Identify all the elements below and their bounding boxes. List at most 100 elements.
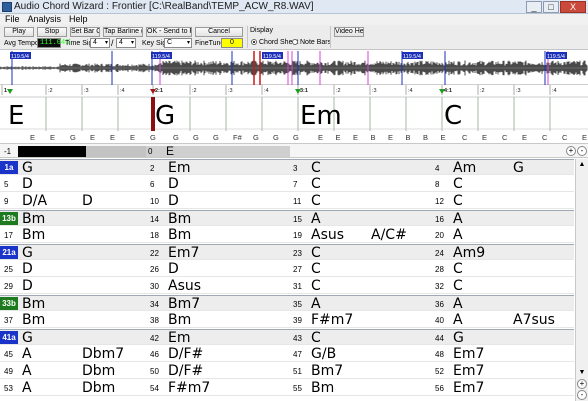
position-strip[interactable]: -1 0 E + -: [0, 143, 588, 158]
bar-cell[interactable]: 13b Bm: [0, 211, 146, 227]
bar-cell[interactable]: 17 Bm: [0, 227, 146, 243]
zoom-in-icon-bottom[interactable]: +: [577, 379, 587, 389]
bar-cell[interactable]: 34 Bm7: [146, 296, 289, 312]
chord-symbol[interactable]: C: [311, 261, 321, 277]
chord-symbol[interactable]: G: [513, 160, 524, 176]
chord-symbol[interactable]: Em7: [453, 363, 484, 379]
key-sig-select[interactable]: C: [164, 38, 192, 48]
zoom-out-icon-bottom[interactable]: -: [577, 390, 587, 400]
scroll-down-icon[interactable]: ▼: [578, 369, 586, 377]
chord-symbol[interactable]: C: [453, 261, 463, 277]
zoom-in-icon[interactable]: +: [566, 146, 576, 156]
bar-cell[interactable]: 4 Am G: [431, 160, 574, 176]
bar-cell[interactable]: 10 D: [146, 193, 289, 209]
bar-cell[interactable]: 37 Bm: [0, 312, 146, 328]
bar-cell[interactable]: 29 D: [0, 278, 146, 294]
chord-symbol[interactable]: D/F#: [168, 346, 203, 362]
bar-cell[interactable]: 44 G: [431, 330, 574, 346]
chord-symbol[interactable]: D: [168, 176, 179, 192]
bar-cell[interactable]: 48 Em7: [431, 346, 574, 362]
bar-cell[interactable]: 41a G: [0, 330, 146, 346]
bar-cell[interactable]: 28 C: [431, 261, 574, 277]
bar-ruler-panel[interactable]: 1:2:3:4 2:1:2:3:4 3:1:2:3:4 4:1:2:3:4 E G Em C E…: [0, 85, 588, 143]
chord-symbol[interactable]: D: [22, 261, 33, 277]
section-marker[interactable]: 13b: [0, 212, 18, 225]
menu-analysis[interactable]: Analysis: [28, 14, 62, 25]
bar-cell[interactable]: 8C: [431, 176, 574, 192]
bar-cell[interactable]: 14 Bm: [146, 211, 289, 227]
waveform-display[interactable]: 119.5/4 119.5/4 119.5/4 119.5/4 119.5/4: [0, 51, 588, 85]
cancel-button[interactable]: Cancel: [195, 27, 243, 37]
chord-symbol[interactable]: Em7: [453, 380, 484, 396]
set-bar-one-button[interactable]: Set Bar One: [70, 27, 100, 37]
chord-symbol[interactable]: Bm: [168, 227, 191, 243]
section-marker[interactable]: 33b: [0, 297, 18, 310]
bar-cell[interactable]: 38 Bm: [146, 312, 289, 328]
bar-cell[interactable]: 52 Em7: [431, 363, 574, 379]
bar-cell[interactable]: 39 F#m7: [289, 312, 431, 328]
chord-symbol[interactable]: Em: [168, 160, 190, 176]
tap-barline-button[interactable]: Tap Barline (F8): [103, 27, 143, 37]
bar-cell[interactable]: 50 D/F#: [146, 363, 289, 379]
bar-cell[interactable]: 7C: [289, 176, 431, 192]
bar-cell[interactable]: 30 Asus: [146, 278, 289, 294]
bar-cell[interactable]: 2 Em: [146, 160, 289, 176]
chord-symbol[interactable]: A: [311, 296, 321, 312]
chord-symbol[interactable]: C: [453, 278, 463, 294]
chord-symbol[interactable]: C: [311, 245, 321, 261]
chord-symbol[interactable]: F#m7: [168, 380, 210, 396]
chord-symbol[interactable]: Asus: [168, 278, 201, 294]
bar-cell[interactable]: 46 D/F#: [146, 346, 289, 362]
bar-cell[interactable]: 25 D: [0, 261, 146, 277]
chord-symbol[interactable]: Dbm: [82, 363, 115, 379]
chord-symbol[interactable]: Bm7: [168, 296, 200, 312]
play-button[interactable]: Play: [4, 27, 34, 37]
strip-thumb[interactable]: [18, 146, 86, 157]
bar-cell[interactable]: 16 A: [431, 211, 574, 227]
chord-symbol[interactable]: D: [168, 261, 179, 277]
vertical-scrollbar[interactable]: ▲ ▼ + -: [575, 159, 588, 401]
chord-symbol[interactable]: Bm: [311, 380, 334, 396]
bar-cell[interactable]: 1a G: [0, 160, 146, 176]
maximize-button[interactable]: □: [543, 1, 559, 13]
chord-symbol[interactable]: A: [311, 211, 321, 227]
section-marker[interactable]: 21a: [0, 246, 18, 259]
bar-cell[interactable]: 18 Bm: [146, 227, 289, 243]
chord-symbol[interactable]: Bm: [168, 312, 191, 328]
avg-tempo-field[interactable]: 111.043: [37, 38, 69, 48]
chord-symbol[interactable]: A: [22, 380, 32, 396]
chord-symbol[interactable]: C: [311, 160, 321, 176]
bar-cell[interactable]: 35 A: [289, 296, 431, 312]
chord-symbol[interactable]: Bm: [22, 211, 45, 227]
bar-cell[interactable]: 6D: [146, 176, 289, 192]
bar-cell[interactable]: 24 Am9: [431, 245, 574, 261]
bar-cell[interactable]: 5D: [0, 176, 146, 192]
chord-symbol[interactable]: Dbm7: [82, 346, 124, 362]
zoom-out-icon[interactable]: -: [577, 146, 587, 156]
bar-cell[interactable]: 32 C: [431, 278, 574, 294]
chord-symbol[interactable]: D: [22, 176, 33, 192]
time-sig-denominator[interactable]: 4: [116, 38, 136, 48]
bar-cell[interactable]: 45 A Dbm7: [0, 346, 146, 362]
chord-symbol[interactable]: A: [22, 363, 32, 379]
bar-cell[interactable]: 3C: [289, 160, 431, 176]
bar-cell[interactable]: 54 F#m7: [146, 380, 289, 396]
chord-symbol[interactable]: Em7: [168, 245, 199, 261]
chord-symbol[interactable]: G: [22, 160, 33, 176]
bar-cell[interactable]: 56 Em7: [431, 380, 574, 396]
chord-symbol[interactable]: Bm7: [311, 363, 343, 379]
chord-symbol[interactable]: Asus: [311, 227, 344, 243]
chord-symbol[interactable]: C: [453, 193, 463, 209]
chord-symbol[interactable]: D/A: [22, 193, 47, 209]
minimize-button[interactable]: _: [526, 1, 542, 13]
chord-symbol[interactable]: D/F#: [168, 363, 203, 379]
bar-cell[interactable]: 31 C: [289, 278, 431, 294]
chord-symbol[interactable]: A: [453, 211, 463, 227]
ok-send-button[interactable]: OK - Send to RB: [146, 27, 192, 37]
bar-cell[interactable]: 43 C: [289, 330, 431, 346]
chord-symbol[interactable]: A: [453, 312, 463, 328]
chord-symbol[interactable]: A/C#: [371, 227, 407, 243]
video-help-button[interactable]: Video Help: [334, 27, 364, 37]
chord-symbol[interactable]: C: [311, 278, 321, 294]
chord-symbol[interactable]: G: [453, 330, 464, 346]
